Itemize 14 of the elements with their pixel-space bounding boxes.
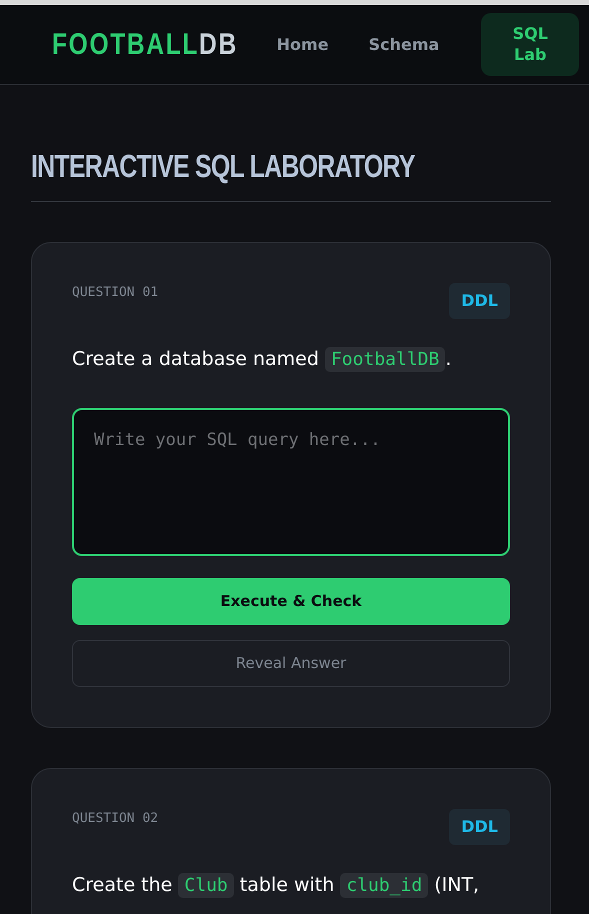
question-text: Create a database named FootballDB . — [72, 346, 452, 374]
question-number: QUESTION 01 — [72, 284, 158, 302]
reveal-button[interactable]: Reveal Answer — [72, 640, 510, 687]
page-title: INTERACTIVE SQL LABORATORY — [31, 147, 415, 186]
nav-link[interactable]: Home — [256, 32, 349, 56]
nav-link[interactable]: Schema — [348, 32, 460, 56]
logo[interactable]: FOOTBALLDB — [52, 22, 238, 67]
sql-input-field[interactable]: Write your SQL query here... — [72, 408, 510, 556]
question-number: QUESTION 02 — [72, 810, 158, 828]
execute-button[interactable]: Execute & Check — [72, 578, 510, 625]
nav-link[interactable]: SQL Lab — [481, 13, 580, 76]
question-text: Create the Club table with club_id (INT, — [72, 872, 480, 900]
category-tag: DDL — [449, 283, 510, 320]
category-tag: DDL — [449, 808, 510, 845]
